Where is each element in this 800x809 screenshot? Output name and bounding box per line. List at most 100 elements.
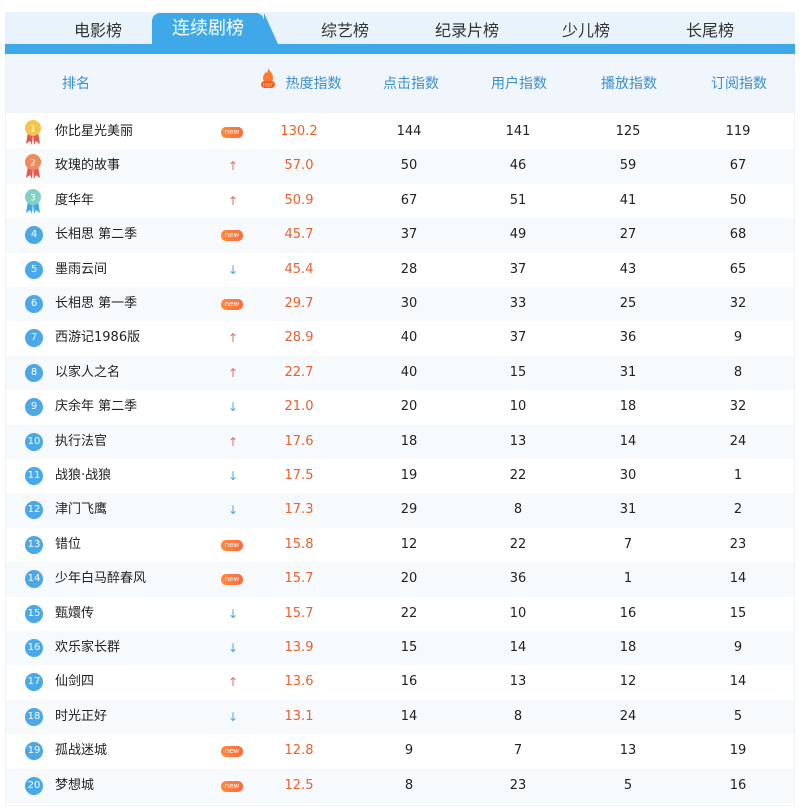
tab-documentary[interactable]: 纪录片榜 [412, 12, 522, 50]
heat-index: 12.8 [284, 743, 314, 759]
user-index: 33 [509, 296, 527, 311]
play-index: 125 [615, 124, 641, 139]
show-title[interactable]: 错位 [55, 528, 225, 562]
play-index: 25 [619, 296, 637, 311]
show-title[interactable]: 长相思 第一季 [55, 287, 225, 321]
user-index: 15 [509, 364, 527, 380]
table-row[interactable]: 18 时光正好 ↓ 13.1 14 8 24 5 [6, 699, 794, 735]
show-title[interactable]: 长相思 第二季 [55, 218, 225, 252]
rank-badge: 17 [25, 673, 43, 692]
show-title[interactable]: 执行法官 [55, 425, 225, 459]
user-index: 10 [509, 399, 527, 415]
user-index: 51 [509, 192, 527, 208]
table-row[interactable]: 6 长相思 第一季 new 29.7 30 33 25 32 [6, 287, 794, 322]
play-index: 1 [623, 571, 633, 587]
col-heat-header[interactable]: 热度指数 [271, 55, 356, 113]
user-index: 46 [509, 158, 527, 174]
table-row[interactable]: 4 长相思 第二季 new 45.7 37 49 27 68 [6, 218, 794, 253]
click-index: 12 [400, 536, 418, 552]
play-index: 30 [619, 468, 637, 483]
show-title[interactable]: 甄嬛传 [55, 597, 225, 631]
show-title[interactable]: 战狼·战狼 [55, 459, 225, 493]
col-user-header[interactable]: 用户指数 [474, 55, 564, 113]
show-title[interactable]: 仙剑四 [55, 665, 225, 699]
new-badge: new [221, 299, 243, 310]
heat-index: 21.0 [284, 399, 314, 415]
tab-kids[interactable]: 少儿榜 [531, 12, 641, 50]
user-index: 8 [513, 502, 523, 518]
table-row[interactable]: 10 执行法官 ↑ 17.6 18 13 14 24 [6, 424, 794, 459]
show-title[interactable]: 你比星光美丽 [55, 115, 225, 149]
trend-down-icon: ↓ [227, 709, 239, 724]
table-row[interactable]: 12 津门飞鹰 ↓ 17.3 29 8 31 2 [6, 493, 794, 528]
table-row[interactable]: 3 度华年 ↑ 50.9 67 51 41 50 [6, 184, 794, 218]
show-title[interactable]: 津门飞鹰 [55, 493, 225, 527]
play-index: 18 [619, 640, 637, 655]
col-click-header[interactable]: 点击指数 [366, 55, 456, 113]
table-row[interactable]: 7 西游记1986版 ↑ 28.9 40 37 36 9 [6, 321, 794, 355]
table-row[interactable]: 16 欢乐家长群 ↓ 13.9 15 14 18 9 [6, 631, 794, 666]
show-title[interactable]: 梦想城 [55, 769, 225, 803]
subscribe-index: 50 [729, 192, 747, 208]
click-index: 67 [400, 192, 418, 208]
trend-up-icon: ↑ [227, 434, 239, 449]
heat-index: 50.9 [284, 192, 314, 208]
heat-index: 17.3 [284, 502, 314, 518]
user-index: 23 [509, 777, 527, 793]
click-index: 40 [400, 364, 418, 380]
show-title[interactable]: 时光正好 [55, 700, 225, 734]
subscribe-index: 65 [729, 261, 747, 277]
user-index: 13 [509, 433, 527, 449]
user-index: 22 [509, 536, 527, 552]
show-title[interactable]: 以家人之名 [55, 356, 225, 390]
show-title[interactable]: 西游记1986版 [55, 321, 225, 355]
show-title[interactable]: 欢乐家长群 [55, 631, 225, 665]
show-title[interactable]: 玫瑰的故事 [55, 149, 225, 183]
show-title[interactable]: 少年白马醉春风 [55, 562, 225, 596]
click-index: 22 [400, 605, 418, 621]
subscribe-index: 9 [733, 640, 743, 655]
tab-movies[interactable]: 电影榜 [43, 12, 153, 50]
rank-badge: 16 [25, 639, 43, 657]
col-play-header[interactable]: 播放指数 [584, 55, 674, 113]
table-row[interactable]: 19 孤战迷城 new 12.8 9 7 13 19 [6, 734, 794, 768]
new-badge: new [221, 746, 243, 758]
table-row[interactable]: 5 墨雨云间 ↓ 45.4 28 37 43 65 [6, 253, 794, 287]
heat-index: 17.6 [284, 433, 314, 449]
table-row[interactable]: 13 错位 new 15.8 12 22 7 23 [6, 528, 794, 562]
new-badge: new [221, 539, 243, 551]
rank-badge: 9 [25, 398, 43, 417]
play-index: 59 [619, 158, 637, 174]
subscribe-index: 67 [729, 158, 747, 174]
table-row[interactable]: 17 仙剑四 ↑ 13.6 16 13 12 14 [6, 665, 794, 699]
table-row[interactable]: 20 梦想城 new 12.5 8 23 5 16 [6, 768, 794, 803]
table-row[interactable]: 2 玫瑰的故事 ↑ 57.0 50 46 59 67 [6, 149, 794, 184]
col-subscribe-header[interactable]: 订阅指数 [694, 55, 784, 113]
col-rank-header: 排名 [62, 76, 90, 92]
table-row[interactable]: 15 甄嬛传 ↓ 15.7 22 10 16 15 [6, 597, 794, 631]
show-title[interactable]: 度华年 [55, 184, 225, 218]
tab-series[interactable]: 连续剧榜 [152, 13, 278, 44]
table-row[interactable]: 9 庆余年 第二季 ↓ 21.0 20 10 18 32 [6, 390, 794, 424]
show-title[interactable]: 孤战迷城 [55, 734, 225, 768]
subscribe-index: 32 [729, 296, 747, 311]
show-title[interactable]: 庆余年 第二季 [55, 390, 225, 424]
subscribe-index: 15 [729, 605, 747, 621]
heat-index: 15.7 [284, 571, 314, 587]
table-row[interactable]: 11 战狼·战狼 ↓ 17.5 19 22 30 1 [6, 459, 794, 493]
rank-medal-icon: 1 [25, 120, 41, 145]
heat-index: 15.8 [284, 536, 314, 552]
rank-badge: 6 [25, 295, 43, 313]
table-row[interactable]: 1 你比星光美丽 new 130.2 144 141 125 119 [6, 115, 794, 149]
table-row[interactable]: 8 以家人之名 ↑ 22.7 40 15 31 8 [6, 355, 794, 391]
rank-medal-icon: 3 [25, 188, 41, 214]
tab-variety[interactable]: 综艺榜 [290, 12, 400, 50]
table-row[interactable]: 14 少年白马醉春风 new 15.7 20 36 1 14 [6, 562, 794, 597]
show-title[interactable]: 墨雨云间 [55, 253, 225, 287]
heat-index: 22.7 [284, 364, 314, 380]
play-index: 7 [623, 536, 633, 552]
click-index: 19 [400, 468, 418, 483]
subscribe-index: 119 [725, 124, 751, 139]
tab-long-tail[interactable]: 长尾榜 [655, 12, 765, 50]
subscribe-index: 8 [733, 364, 743, 380]
